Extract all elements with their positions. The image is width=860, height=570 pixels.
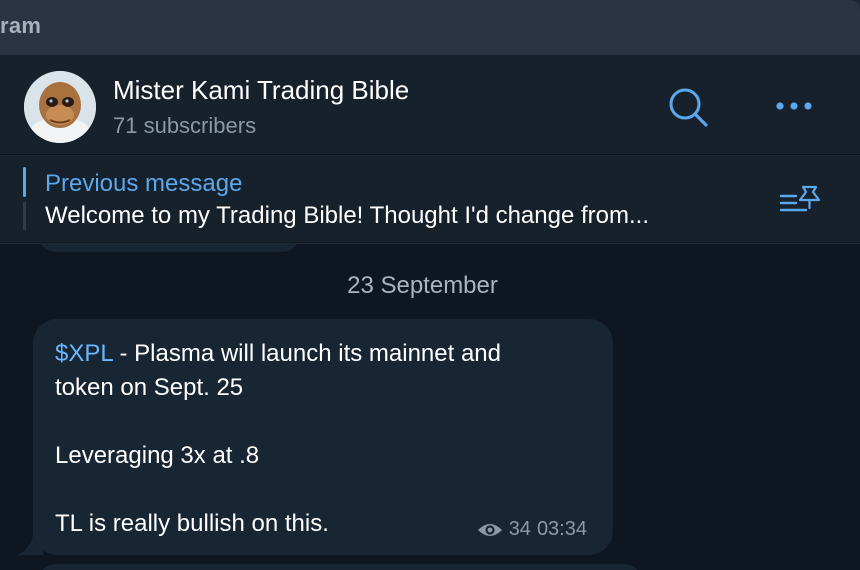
search-icon xyxy=(669,88,708,127)
avatar[interactable] xyxy=(24,71,96,143)
more-dots-icon xyxy=(776,102,812,110)
message-line-3: Leveraging 3x at .8 xyxy=(55,442,260,469)
chat-area[interactable]: 23 September $XPL - Plasma will launch i… xyxy=(0,244,860,570)
next-message-bubble[interactable] xyxy=(40,564,640,570)
channel-title[interactable]: Mister Kami Trading Bible xyxy=(113,75,409,106)
search-button[interactable] xyxy=(664,85,712,129)
pinned-label: Previous message xyxy=(45,170,243,197)
message-line-2: token on Sept. 25 xyxy=(55,374,244,401)
message-meta: 34 03:34 xyxy=(477,518,587,541)
cashtag-link[interactable]: $XPL xyxy=(55,340,113,367)
message-line-1: $XPL - Plasma will launch its mainnet an… xyxy=(55,337,591,371)
window-titlebar: ram xyxy=(0,0,860,55)
pinned-list-icon xyxy=(779,185,821,212)
view-count: 34 xyxy=(508,518,531,540)
message-time: 03:34 xyxy=(536,518,587,540)
message-gap xyxy=(55,405,591,439)
date-separator: 23 September xyxy=(347,272,498,299)
subscriber-count: 71 subscribers xyxy=(113,113,257,138)
pinned-list-button[interactable] xyxy=(776,184,824,218)
previous-message-bubble[interactable] xyxy=(38,244,300,252)
channel-header: Mister Kami Trading Bible 71 subscribers xyxy=(0,55,860,155)
eye-icon xyxy=(477,523,502,536)
pinned-indicator-inactive xyxy=(23,202,26,230)
message-line-1-text: - Plasma will launch its mainnet and xyxy=(112,340,501,367)
message-gap xyxy=(55,473,591,507)
pinned-message-bar[interactable]: Previous message Welcome to my Trading B… xyxy=(0,156,860,243)
more-options-button[interactable] xyxy=(770,91,818,121)
pinned-text: Welcome to my Trading Bible! Thought I'd… xyxy=(45,202,649,229)
pinned-indicator-active xyxy=(23,167,26,197)
message-bubble[interactable]: $XPL - Plasma will launch its mainnet an… xyxy=(33,319,613,555)
window-title: ram xyxy=(0,13,42,38)
avatar-image xyxy=(24,71,96,143)
